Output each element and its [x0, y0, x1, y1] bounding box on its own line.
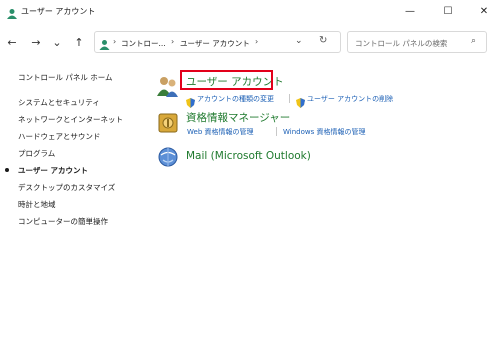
manage-windows-credentials-link[interactable]: Windows 資格情報の管理 [283, 127, 365, 137]
selected-indicator [5, 168, 9, 172]
manage-web-credentials-link[interactable]: Web 資格情報の管理 [187, 127, 254, 137]
back-button[interactable]: ← [3, 32, 21, 52]
forward-button[interactable]: → [27, 32, 45, 52]
credential-vault-icon [157, 112, 179, 138]
recent-locations-button[interactable]: ⌄ [48, 32, 66, 52]
address-dropdown-icon[interactable]: ⌄ [295, 36, 303, 46]
search-box[interactable]: コントロール パネルの検索 ⌕ [347, 31, 487, 53]
control-panel-icon [6, 5, 18, 24]
search-icon: ⌕ [471, 36, 477, 46]
search-input[interactable]: コントロール パネルの検索 [355, 38, 447, 49]
category-mail-link[interactable]: Mail (Microsoft Outlook) [186, 150, 311, 162]
close-button[interactable]: ✕ [466, 0, 500, 22]
category-credential-manager-link[interactable]: 資格情報マネージャー [186, 110, 290, 125]
chevron-right-icon: › [113, 37, 117, 46]
sidebar-item-user-accounts[interactable]: ユーザー アカウント [18, 165, 88, 176]
divider [289, 94, 290, 103]
highlight-box [180, 70, 273, 90]
mail-icon [157, 146, 179, 172]
sidebar-item-desktop[interactable]: デスクトップのカスタマイズ [18, 182, 115, 193]
divider [276, 127, 277, 136]
sidebar-item-clock-region[interactable]: 時計と地域 [18, 199, 56, 210]
window-title: ユーザー アカウント [21, 7, 96, 16]
sidebar-item-hardware-sound[interactable]: ハードウェアとサウンド [18, 131, 100, 142]
change-account-type-link[interactable]: アカウントの種類の変更 [197, 94, 274, 104]
minimize-button[interactable]: — [392, 0, 428, 22]
remove-user-accounts-link[interactable]: ユーザー アカウントの削除 [307, 94, 393, 104]
address-bar[interactable]: › コントロー... › ユーザー アカウント › ⌄ ↻ [94, 31, 341, 53]
maximize-button[interactable]: ☐ [430, 0, 466, 22]
chevron-right-icon[interactable]: › [255, 37, 258, 46]
shield-icon [296, 93, 305, 112]
control-panel-icon [99, 36, 110, 55]
refresh-icon[interactable]: ↻ [319, 35, 327, 46]
breadcrumb-control-panel[interactable]: コントロー... [121, 38, 166, 49]
sidebar-home-link[interactable]: コントロール パネル ホーム [18, 72, 113, 83]
up-button[interactable]: ↑ [70, 32, 88, 52]
users-icon [156, 74, 180, 102]
sidebar-item-ease-of-access[interactable]: コンピューターの簡単操作 [18, 216, 108, 227]
sidebar-item-programs[interactable]: プログラム [18, 148, 55, 159]
title-bar: ユーザー アカウント — ☐ ✕ [0, 0, 500, 24]
sidebar-item-network[interactable]: ネットワークとインターネット [18, 114, 123, 125]
breadcrumb-user-accounts[interactable]: ユーザー アカウント [180, 38, 250, 49]
sidebar-item-system-security[interactable]: システムとセキュリティ [18, 97, 100, 108]
chevron-right-icon: › [171, 37, 175, 46]
